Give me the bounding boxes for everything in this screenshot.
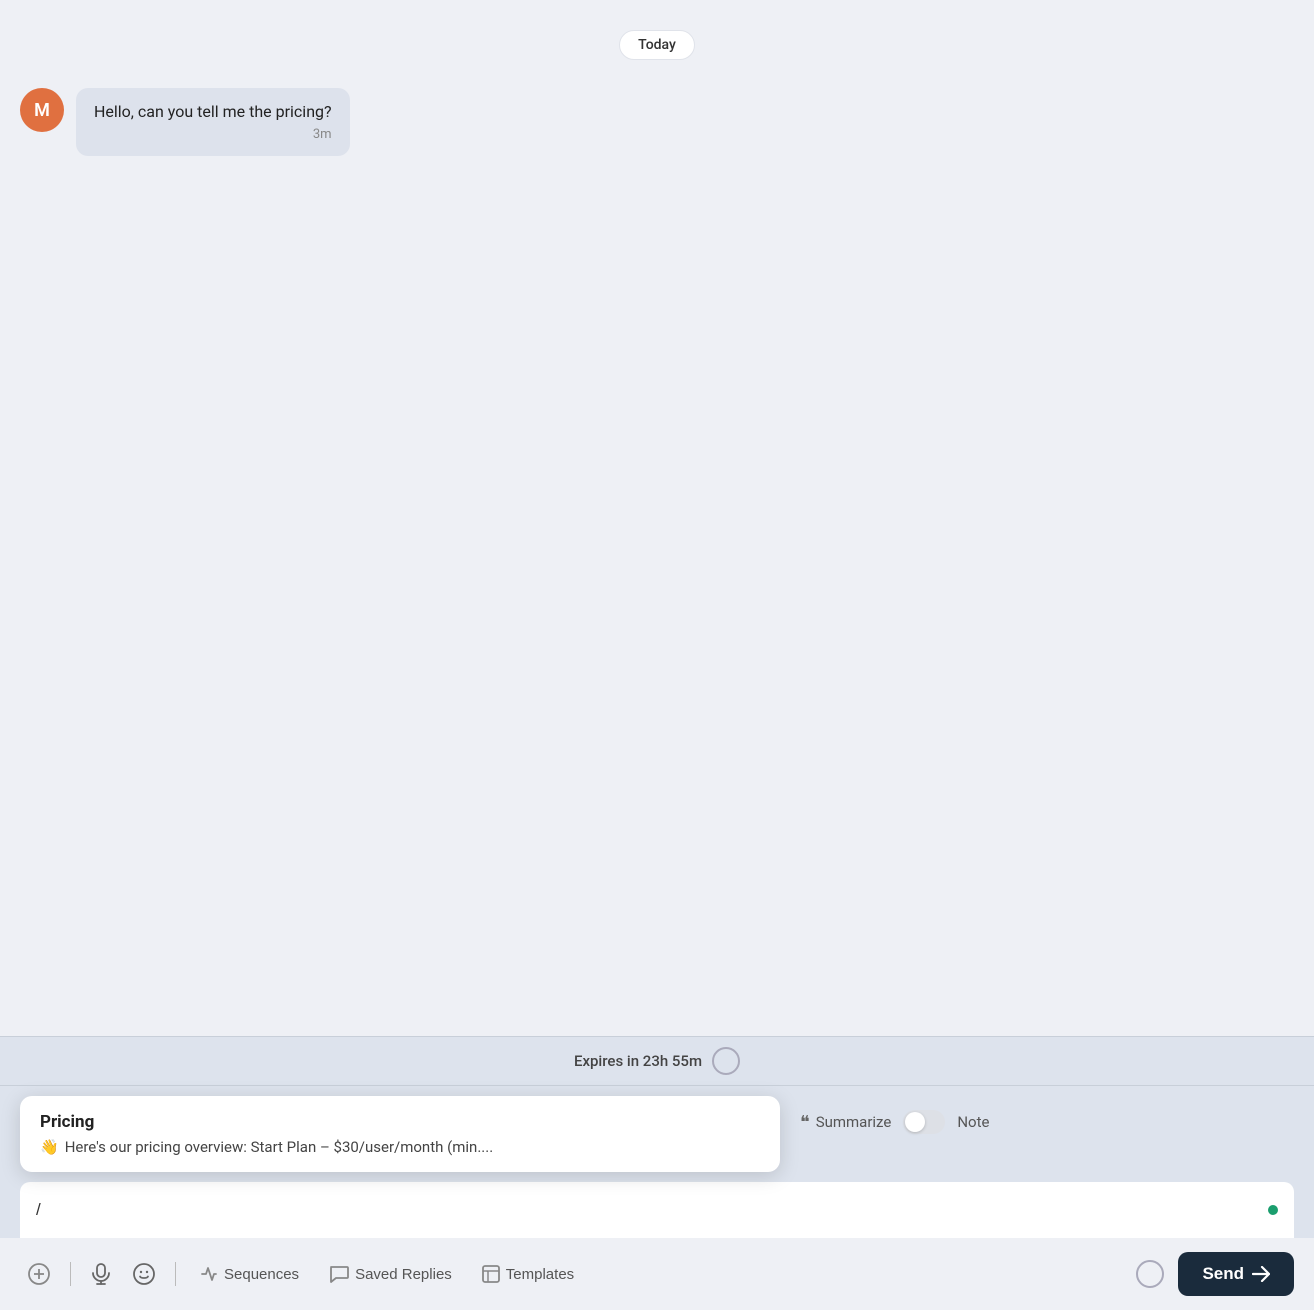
avatar: M (20, 88, 64, 132)
compose-box (20, 1182, 1294, 1238)
divider-2 (175, 1262, 176, 1286)
microphone-icon (91, 1263, 111, 1285)
divider-1 (70, 1262, 71, 1286)
compose-input[interactable] (36, 1192, 1268, 1228)
expires-toggle[interactable] (712, 1047, 740, 1075)
note-label: Note (957, 1113, 989, 1131)
message-time: 3m (94, 127, 332, 142)
toolbar-right: Send (1136, 1252, 1294, 1296)
online-indicator (1268, 1205, 1278, 1215)
sequences-icon (200, 1265, 218, 1283)
send-label: Send (1202, 1264, 1244, 1284)
note-toggle[interactable] (903, 1110, 945, 1134)
summarize-button[interactable]: ❝ Summarize (800, 1112, 891, 1133)
emoji-button[interactable] (125, 1255, 163, 1293)
saved-replies-label: Saved Replies (355, 1266, 452, 1283)
message-bubble: Hello, can you tell me the pricing? 3m (76, 88, 350, 156)
status-circle[interactable] (1136, 1260, 1164, 1288)
summarize-label: Summarize (816, 1113, 892, 1131)
suggestion-body: 👋 Here's our pricing overview: Start Pla… (40, 1138, 760, 1156)
toggle-knob (905, 1112, 925, 1132)
sequences-label: Sequences (224, 1266, 299, 1283)
expires-text: Expires in 23h 55m (574, 1052, 702, 1070)
send-icon (1252, 1266, 1270, 1282)
templates-button[interactable]: Templates (470, 1257, 586, 1291)
bottom-panel: Expires in 23h 55m Pricing 👋 Here's our … (0, 1036, 1314, 1310)
microphone-button[interactable] (83, 1255, 119, 1293)
expires-bar: Expires in 23h 55m (0, 1037, 1314, 1086)
sequences-button[interactable]: Sequences (188, 1257, 311, 1291)
saved-replies-button[interactable]: Saved Replies (317, 1257, 464, 1291)
message-row: M Hello, can you tell me the pricing? 3m (20, 88, 1294, 156)
date-badge: Today (619, 30, 695, 60)
toolbar-left: Sequences Saved Replies Templates (20, 1255, 1136, 1293)
saved-replies-icon (329, 1265, 349, 1283)
send-button[interactable]: Send (1178, 1252, 1294, 1296)
message-text: Hello, can you tell me the pricing? (94, 102, 332, 121)
templates-icon (482, 1265, 500, 1283)
suggestion-popup[interactable]: Pricing 👋 Here's our pricing overview: S… (20, 1096, 780, 1172)
plus-icon (28, 1263, 50, 1285)
quote-icon: ❝ (800, 1112, 810, 1133)
suggestion-title: Pricing (40, 1112, 760, 1132)
add-button[interactable] (20, 1255, 58, 1293)
compose-inner (36, 1192, 1278, 1228)
suggestion-emoji: 👋 (40, 1138, 59, 1156)
chat-area: Today M Hello, can you tell me the prici… (0, 0, 1314, 1036)
suggestion-text: Here's our pricing overview: Start Plan … (65, 1138, 493, 1156)
templates-label: Templates (506, 1266, 574, 1283)
toolbar: Sequences Saved Replies Templates (0, 1238, 1314, 1310)
emoji-icon (133, 1263, 155, 1285)
